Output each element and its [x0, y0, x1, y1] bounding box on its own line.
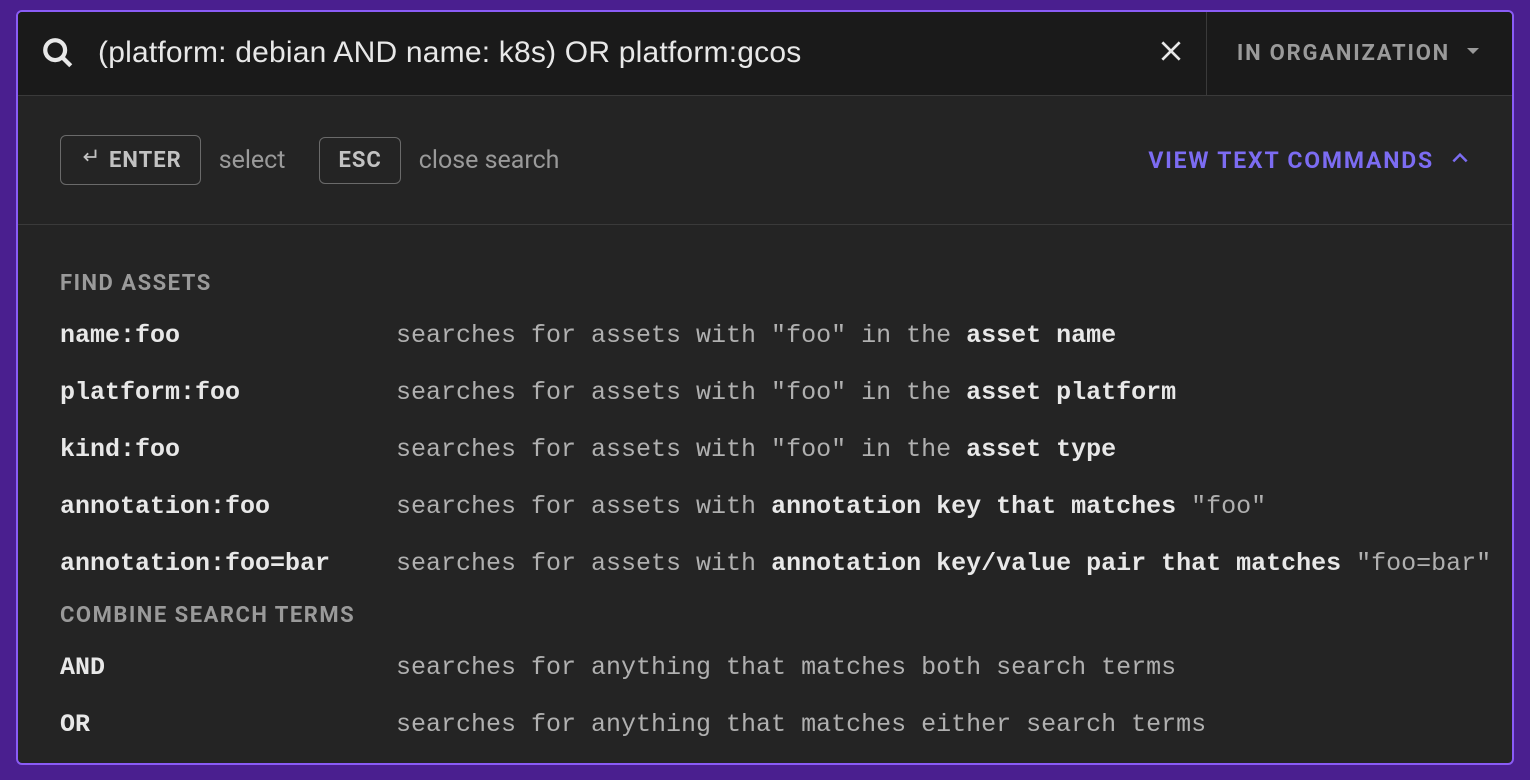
command-row: annotation:foosearches for assets with a…	[60, 489, 1470, 524]
command-key: OR	[60, 707, 396, 742]
scope-dropdown[interactable]: IN ORGANIZATION	[1206, 12, 1512, 95]
search-icon	[18, 36, 98, 70]
command-row: ORsearches for anything that matches eit…	[60, 707, 1470, 742]
command-key: annotation:foo	[60, 489, 396, 524]
shortcut-hint-row: ENTER select ESC close search VIEW TEXT …	[18, 96, 1512, 226]
command-row: kind:foosearches for assets with "foo" i…	[60, 432, 1470, 467]
command-key: platform:foo	[60, 375, 396, 410]
section-title: COMBINE SEARCH TERMS	[60, 603, 1470, 628]
clear-search-button[interactable]	[1136, 38, 1206, 68]
esc-key-label: ESC	[338, 148, 381, 173]
command-description: searches for assets with "foo" in the as…	[396, 432, 1116, 467]
command-description: searches for anything that matches both …	[396, 650, 1176, 685]
commands-reference: FIND ASSETSname:foosearches for assets w…	[18, 225, 1512, 763]
command-row: platform:foosearches for assets with "fo…	[60, 375, 1470, 410]
enter-action-text: select	[219, 146, 286, 175]
command-description: searches for assets with annotation key/…	[396, 546, 1491, 581]
view-commands-label: VIEW TEXT COMMANDS	[1148, 147, 1434, 174]
scope-label: IN ORGANIZATION	[1237, 41, 1450, 66]
command-key: name:foo	[60, 318, 396, 353]
caret-down-icon	[1464, 41, 1482, 66]
command-description: searches for assets with "foo" in the as…	[396, 375, 1176, 410]
command-key: annotation:foo=bar	[60, 546, 396, 581]
search-input[interactable]	[98, 36, 1136, 70]
esc-action-text: close search	[419, 146, 560, 175]
return-icon	[79, 146, 101, 174]
command-key: AND	[60, 650, 396, 685]
close-icon	[1158, 38, 1184, 68]
command-row: ANDsearches for anything that matches bo…	[60, 650, 1470, 685]
command-key: kind:foo	[60, 432, 396, 467]
command-description: searches for assets with "foo" in the as…	[396, 318, 1116, 353]
esc-key-badge: ESC	[319, 137, 400, 184]
enter-key-label: ENTER	[109, 148, 182, 173]
search-bar: IN ORGANIZATION	[18, 12, 1512, 96]
command-description: searches for assets with annotation key …	[396, 489, 1266, 524]
command-row: name:foosearches for assets with "foo" i…	[60, 318, 1470, 353]
chevron-up-icon	[1450, 147, 1470, 174]
view-text-commands-toggle[interactable]: VIEW TEXT COMMANDS	[1148, 147, 1470, 174]
section-title: FIND ASSETS	[60, 271, 1470, 296]
command-row: annotation:foo=barsearches for assets wi…	[60, 546, 1470, 581]
command-description: searches for anything that matches eithe…	[396, 707, 1206, 742]
enter-key-badge: ENTER	[60, 135, 201, 185]
search-command-panel: IN ORGANIZATION ENTER select ESC close s…	[16, 10, 1514, 765]
